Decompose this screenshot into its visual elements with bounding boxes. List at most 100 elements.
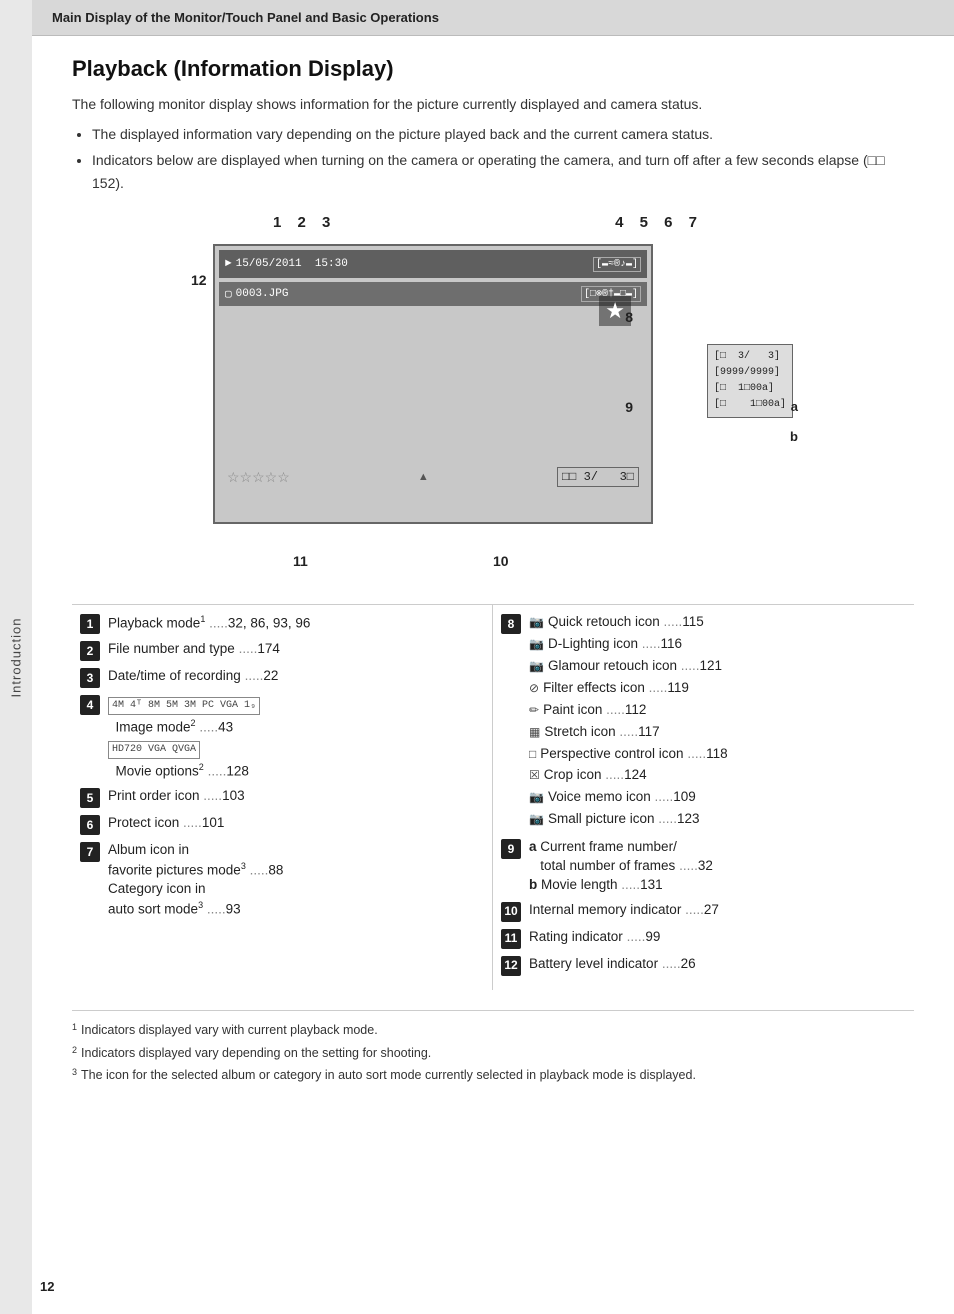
- main-content: Main Display of the Monitor/Touch Panel …: [32, 0, 954, 1109]
- rating-stars: ☆☆☆☆☆: [227, 469, 290, 486]
- sidebar: Introduction: [0, 0, 32, 1314]
- info-row-7: 7 Album icon in favorite pictures mode3 …: [80, 841, 476, 920]
- bullet-item-2: Indicators below are displayed when turn…: [92, 149, 914, 194]
- info-row-3: 3 Date/time of recording .....22: [80, 667, 476, 688]
- screen-filename: 0003.JPG: [236, 288, 289, 300]
- right-info-panel: [□ 3/ 3] [9999/9999] [□ 1□00a] [□ 1□00a]: [707, 344, 793, 418]
- small-picture-icon: 📷: [529, 811, 544, 828]
- footnote-2: 2 Indicators displayed vary depending on…: [72, 1044, 914, 1063]
- glamour-icon: 📷: [529, 658, 544, 675]
- paint-label: Paint icon .....112: [543, 701, 646, 720]
- glamour-label: Glamour retouch icon .....121: [548, 657, 722, 676]
- screen-icons1: [▬≈®♪▬]: [593, 257, 641, 272]
- item-small-picture: 📷 Small picture icon .....123: [529, 810, 898, 829]
- movie-icons: HD720 VGA QVGA: [108, 741, 200, 759]
- bullet-list: The displayed information vary depending…: [92, 123, 914, 194]
- label-a: a: [529, 839, 537, 854]
- diagram-label-12: 12: [191, 272, 207, 288]
- filter-effects-icon: ⊘: [529, 680, 539, 697]
- num-badge-11: 11: [501, 929, 521, 949]
- info-row-2: 2 File number and type .....174: [80, 640, 476, 661]
- diagram-label-8: 8: [625, 309, 633, 325]
- crop-label: Crop icon .....124: [544, 766, 647, 785]
- diagram-label-a: a: [791, 399, 798, 414]
- paint-icon: ✏: [529, 702, 539, 719]
- num-badge-2: 2: [80, 641, 100, 661]
- num-badge-6: 6: [80, 815, 100, 835]
- filter-effects-label: Filter effects icon .....119: [543, 679, 689, 698]
- info-text-8: 📷 Quick retouch icon .....115 📷 D-Lighti…: [529, 613, 898, 832]
- num-badge-9: 9: [501, 839, 521, 859]
- page-number: 12: [40, 1279, 54, 1294]
- info-row-1: 1 Playback mode1 .....32, 86, 93, 96: [80, 613, 476, 634]
- screen-datetime: 15/05/2011 15:30: [236, 258, 348, 270]
- info-col-left: 1 Playback mode1 .....32, 86, 93, 96 2 F…: [72, 605, 493, 990]
- item-crop: ☒ Crop icon .....124: [529, 766, 898, 785]
- footnote-text-3: The icon for the selected album or categ…: [81, 1066, 696, 1085]
- stretch-label: Stretch icon .....117: [544, 723, 659, 742]
- info-row-4: 4 4M 4ᵀ 8M 5M 3M PC VGA 1₉ Image mode2 .…: [80, 694, 476, 781]
- screen-playback-icon: ►: [225, 258, 232, 270]
- page-title: Playback (Information Display): [72, 56, 914, 82]
- diagram-label-b: b: [790, 429, 798, 444]
- frame-indicator: □□ 3/ 3□: [557, 467, 639, 487]
- up-arrow-icon: ▲: [418, 471, 429, 483]
- info-row-6: 6 Protect icon .....101: [80, 814, 476, 835]
- item-glamour: 📷 Glamour retouch icon .....121: [529, 657, 898, 676]
- dlighting-icon: 📷: [529, 636, 544, 653]
- num-badge-10: 10: [501, 902, 521, 922]
- info-text-5: Print order icon .....103: [108, 787, 476, 806]
- header-title: Main Display of the Monitor/Touch Panel …: [52, 10, 439, 25]
- intro-text: The following monitor display shows info…: [72, 94, 914, 115]
- footnote-sup-3: 3: [72, 1066, 77, 1085]
- voice-memo-icon: 📷: [529, 789, 544, 806]
- info-text-1: Playback mode1 .....32, 86, 93, 96: [108, 613, 476, 633]
- info-row-5: 5 Print order icon .....103: [80, 787, 476, 808]
- footnote-1: 1 Indicators displayed vary with current…: [72, 1021, 914, 1040]
- info-table: 1 Playback mode1 .....32, 86, 93, 96 2 F…: [72, 604, 914, 990]
- perspective-icon: □: [529, 746, 536, 763]
- num-badge-1: 1: [80, 614, 100, 634]
- item-stretch: ▦ Stretch icon .....117: [529, 723, 898, 742]
- camera-screen: ► 15/05/2011 15:30 [▬≈®♪▬] ▢ 0003.JPG [□…: [213, 244, 653, 524]
- diagram: 1 2 3 4 5 6 7 ► 15/05/2011 15:30 [▬≈®♪▬]…: [183, 214, 803, 574]
- num-badge-5: 5: [80, 788, 100, 808]
- quick-retouch-icon: 📷: [529, 614, 544, 631]
- num-badge-3: 3: [80, 668, 100, 688]
- screen-second-bar: ▢ 0003.JPG [□⊗®†▬□▬]: [219, 282, 647, 306]
- info-row-10: 10 Internal memory indicator .....27: [501, 901, 898, 922]
- item-paint: ✏ Paint icon .....112: [529, 701, 898, 720]
- header-bar: Main Display of the Monitor/Touch Panel …: [32, 0, 954, 36]
- label-b: b: [529, 877, 537, 892]
- item-quick-retouch: 📷 Quick retouch icon .....115: [529, 613, 898, 632]
- bullet-item-1: The displayed information vary depending…: [92, 123, 914, 145]
- num-badge-7: 7: [80, 842, 100, 862]
- dlighting-label: D-Lighting icon .....116: [548, 635, 682, 654]
- screen-bottom-bar: ☆☆☆☆☆ ▲ □□ 3/ 3□: [219, 462, 647, 492]
- item-voice-memo: 📷 Voice memo icon .....109: [529, 788, 898, 807]
- info-text-9: a Current frame number/ total number of …: [529, 838, 898, 895]
- info-row-12: 12 Battery level indicator .....26: [501, 955, 898, 976]
- num-badge-4: 4: [80, 695, 100, 715]
- item-filter-effects: ⊘ Filter effects icon .....119: [529, 679, 898, 698]
- perspective-label: Perspective control icon .....118: [540, 745, 727, 764]
- diagram-label-9: 9: [625, 399, 633, 415]
- item-dlighting: 📷 D-Lighting icon .....116: [529, 635, 898, 654]
- panel-line1: [□ 3/ 3]: [714, 349, 786, 365]
- info-text-4: 4M 4ᵀ 8M 5M 3M PC VGA 1₉ Image mode2 ...…: [108, 694, 476, 781]
- panel-line4: [□ 1□00a]: [714, 397, 786, 413]
- info-row-8: 8 📷 Quick retouch icon .....115 📷 D-Ligh…: [501, 613, 898, 832]
- footnotes: 1 Indicators displayed vary with current…: [72, 1010, 914, 1085]
- info-text-10: Internal memory indicator .....27: [529, 901, 898, 920]
- footnote-text-2: Indicators displayed vary depending on t…: [81, 1044, 431, 1063]
- image-mode-icons: 4M 4ᵀ 8M 5M 3M PC VGA 1₉: [108, 697, 260, 715]
- info-text-12: Battery level indicator .....26: [529, 955, 898, 974]
- num-badge-12: 12: [501, 956, 521, 976]
- voice-memo-label: Voice memo icon .....109: [548, 788, 696, 807]
- num-badge-8: 8: [501, 614, 521, 634]
- top-labels-left: 1 2 3: [273, 214, 336, 231]
- info-text-3: Date/time of recording .....22: [108, 667, 476, 686]
- info-row-9: 9 a Current frame number/ total number o…: [501, 838, 898, 895]
- top-labels-right: 4 5 6 7: [615, 214, 703, 231]
- quick-retouch-label: Quick retouch icon .....115: [548, 613, 704, 632]
